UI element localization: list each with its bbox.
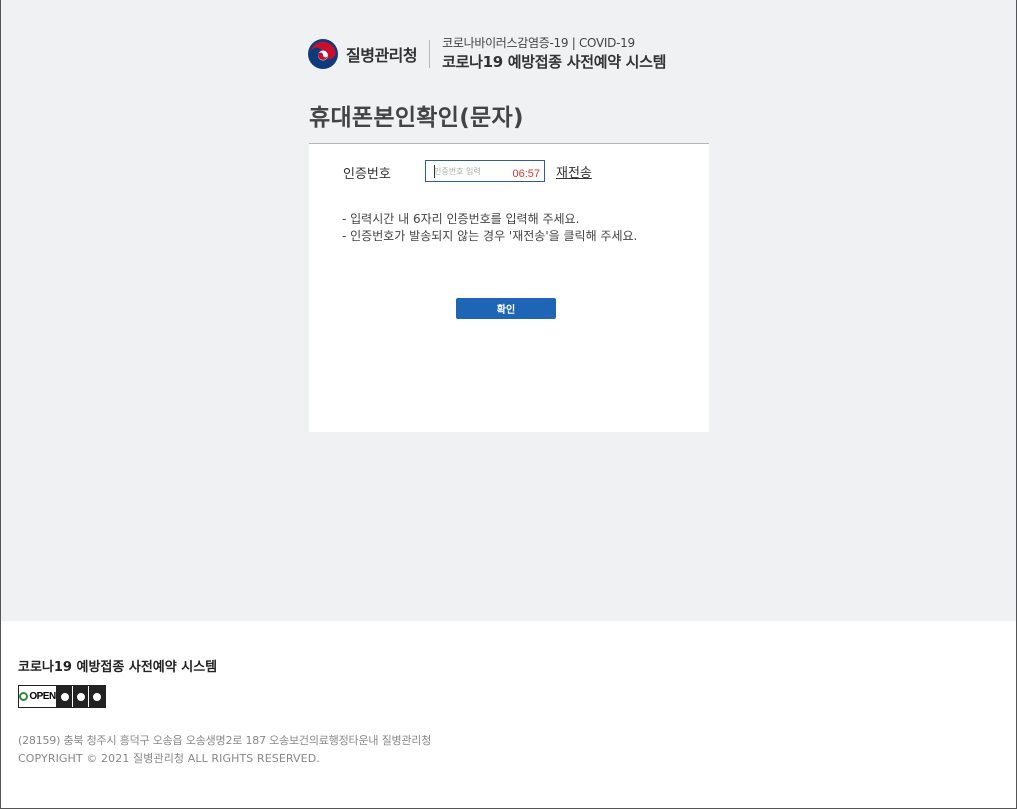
footer-address: (28159) 충북 청주시 흥덕구 오송읍 오송생명2로 187 오송보건의료… <box>18 734 432 747</box>
org-name: 질병관리청 <box>346 46 418 65</box>
noncommercial-icon <box>73 686 89 707</box>
open-license-label: OPEN <box>19 686 57 707</box>
system-name-block: 코로나바이러스감염증-19 | COVID-19 코로나19 예방접종 사전예약… <box>442 36 666 72</box>
resend-link[interactable]: 재전송 <box>556 162 592 181</box>
text-caret <box>434 165 435 178</box>
verification-code-label: 인증번호 <box>343 167 391 182</box>
taegeuk-logo-icon <box>308 39 338 69</box>
guide-text: - 입력시간 내 6자리 인증번호를 입력해 주세요. - 인증번호가 발송되지… <box>342 211 672 245</box>
countdown-timer: 06:57 <box>512 168 540 180</box>
system-subtitle: 코로나바이러스감염증-19 | COVID-19 <box>442 36 635 50</box>
site-footer: 코로나19 예방접종 사전예약 시스템 OPEN (28159) 충북 청주시 … <box>1 621 1016 808</box>
verification-code-field[interactable]: 06:57 <box>425 160 545 182</box>
site-header: 질병관리청 코로나바이러스감염증-19 | COVID-19 코로나19 예방접… <box>308 36 666 72</box>
system-title[interactable]: 코로나19 예방접종 사전예약 시스템 <box>442 52 666 72</box>
confirm-button[interactable]: 확인 <box>456 298 556 319</box>
footer-copyright: COPYRIGHT © 2021 질병관리청 ALL RIGHTS RESERV… <box>18 752 320 765</box>
footer-title: 코로나19 예방접종 사전예약 시스템 <box>18 660 218 675</box>
open-license-badge[interactable]: OPEN <box>18 685 106 708</box>
guide-line-time: - 입력시간 내 6자리 인증번호를 입력해 주세요. <box>342 212 580 226</box>
page-title: 휴대폰본인확인(문자) <box>309 105 524 131</box>
verification-card: 인증번호 06:57 재전송 - 입력시간 내 6자리 인증번호를 입력해 주세… <box>309 143 709 432</box>
open-ring-icon <box>19 692 29 701</box>
no-derivatives-icon <box>89 686 105 707</box>
attribution-icon <box>57 686 73 707</box>
guide-line-resend: - 인증번호가 발송되지 않는 경우 '재전송'을 클릭해 주세요. <box>342 229 638 243</box>
header-divider <box>429 40 431 68</box>
